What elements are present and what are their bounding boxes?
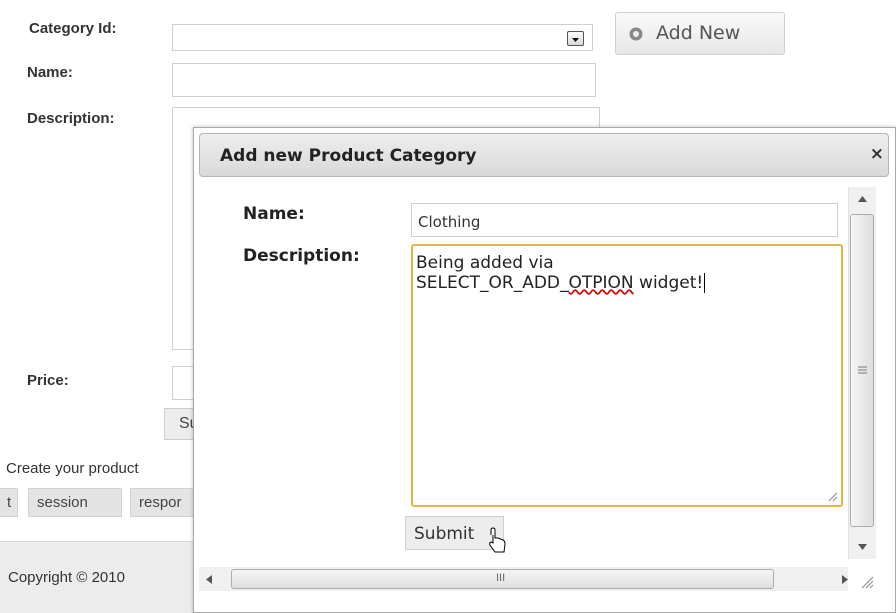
- resize-handle-icon[interactable]: [828, 492, 838, 502]
- name-input[interactable]: [172, 63, 596, 97]
- dropdown-arrow-icon[interactable]: [567, 31, 584, 46]
- misspelled-word: OTPION: [568, 273, 634, 293]
- horizontal-scroll-thumb[interactable]: III: [231, 569, 774, 589]
- create-product-text: Create your product: [6, 460, 139, 477]
- dialog-description-text: Being added via SELECT_OR_ADD_OTPION wid…: [416, 253, 706, 293]
- vertical-scroll-thumb[interactable]: [850, 214, 874, 527]
- dialog-horizontal-scrollbar[interactable]: III: [199, 567, 848, 591]
- description-text-segment: widget!: [633, 273, 704, 293]
- scroll-left-icon[interactable]: [206, 575, 212, 584]
- add-new-button[interactable]: Add New: [615, 12, 785, 55]
- scroll-right-icon[interactable]: [842, 575, 848, 584]
- grip-icon: III: [496, 572, 506, 584]
- copyright-text: Copyright © 2010: [8, 569, 125, 586]
- scroll-up-icon[interactable]: [858, 196, 867, 202]
- name-label: Name:: [27, 64, 73, 81]
- text-cursor: [704, 273, 706, 293]
- description-line-2: SELECT_OR_ADD_OTPION widget!: [416, 273, 706, 293]
- description-line-1: Being added via: [416, 253, 554, 273]
- description-label: Description:: [27, 110, 115, 127]
- category-id-select[interactable]: [172, 24, 593, 51]
- scroll-down-icon[interactable]: [858, 544, 867, 550]
- dialog-header[interactable]: Add new Product Category ×: [199, 133, 889, 177]
- window-resize-grip-icon[interactable]: [860, 575, 874, 589]
- price-label: Price:: [27, 372, 69, 389]
- close-icon[interactable]: ×: [870, 144, 884, 164]
- tag-chip[interactable]: session: [28, 488, 122, 517]
- category-id-label: Category Id:: [29, 20, 117, 37]
- plus-circle-icon: [629, 27, 643, 41]
- tag-chip[interactable]: t: [0, 488, 18, 517]
- dialog-name-label: Name:: [243, 204, 305, 224]
- dialog-title: Add new Product Category: [220, 146, 477, 166]
- description-text-segment: SELECT_OR_ADD_: [416, 273, 569, 293]
- dialog-submit-label: Submit: [414, 524, 475, 544]
- dialog-description-textarea[interactable]: Being added via SELECT_OR_ADD_OTPION wid…: [411, 244, 843, 507]
- dialog-name-input[interactable]: Clothing: [411, 203, 838, 237]
- grip-icon: [858, 366, 867, 374]
- dialog-vertical-scrollbar[interactable]: [848, 187, 876, 559]
- dialog-name-value: Clothing: [418, 213, 481, 231]
- dialog-description-label: Description:: [243, 246, 360, 266]
- mouse-cursor-icon: [489, 527, 506, 553]
- add-new-label: Add New: [656, 22, 741, 44]
